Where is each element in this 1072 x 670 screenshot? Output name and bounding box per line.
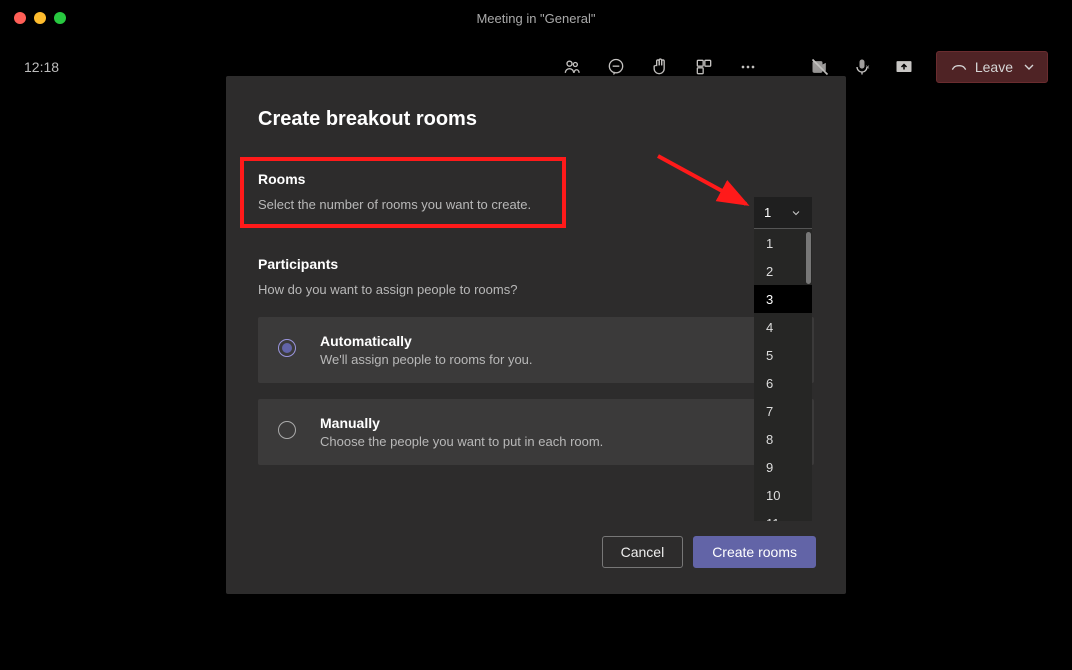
- option-automatically[interactable]: Automatically We'll assign people to roo…: [258, 317, 814, 383]
- chevron-down-icon: [1021, 59, 1037, 75]
- create-breakout-rooms-dialog: Create breakout rooms Rooms Select the n…: [226, 76, 846, 594]
- room-count-option[interactable]: 5: [754, 341, 812, 369]
- titlebar: Meeting in "General": [0, 0, 1072, 36]
- option-auto-subtitle: We'll assign people to rooms for you.: [320, 352, 533, 367]
- participants-subtitle: How do you want to assign people to room…: [258, 282, 818, 297]
- camera-off-icon[interactable]: [810, 57, 830, 77]
- dialog-title: Create breakout rooms: [258, 108, 818, 131]
- meeting-timer: 12:18: [24, 59, 59, 75]
- room-count-option[interactable]: 1: [754, 229, 812, 257]
- share-screen-icon[interactable]: [894, 57, 914, 77]
- svg-text:×: ×: [865, 63, 869, 72]
- room-count-dropdown: 1234567891011: [754, 229, 812, 521]
- mic-off-icon[interactable]: ×: [852, 57, 872, 77]
- option-auto-title: Automatically: [320, 333, 533, 349]
- dropdown-scrollbar[interactable]: [806, 232, 811, 284]
- minimize-window-button[interactable]: [34, 12, 46, 24]
- room-count-option[interactable]: 8: [754, 425, 812, 453]
- room-count-option[interactable]: 7: [754, 397, 812, 425]
- option-manually[interactable]: Manually Choose the people you want to p…: [258, 399, 814, 465]
- window-title: Meeting in "General": [0, 11, 1072, 26]
- radio-manually[interactable]: [278, 421, 296, 439]
- rooms-heading: Rooms: [258, 171, 548, 187]
- rooms-section-highlight: Rooms Select the number of rooms you wan…: [240, 157, 566, 228]
- room-count-option[interactable]: 6: [754, 369, 812, 397]
- radio-automatically[interactable]: [278, 339, 296, 357]
- breakout-rooms-icon[interactable]: [694, 57, 714, 77]
- close-window-button[interactable]: [14, 12, 26, 24]
- option-manual-title: Manually: [320, 415, 603, 431]
- window-controls: [0, 12, 66, 24]
- dialog-footer: Cancel Create rooms: [602, 536, 816, 568]
- room-count-option[interactable]: 3: [754, 285, 812, 313]
- room-count-value: 1: [764, 205, 771, 220]
- chevron-down-icon: [790, 207, 802, 219]
- raise-hand-icon[interactable]: [650, 57, 670, 77]
- participants-heading: Participants: [258, 256, 818, 272]
- room-count-option[interactable]: 9: [754, 453, 812, 481]
- room-count-option[interactable]: 11: [754, 509, 812, 521]
- more-actions-icon[interactable]: [738, 57, 758, 77]
- participants-icon[interactable]: [562, 57, 582, 77]
- leave-button[interactable]: Leave: [936, 51, 1048, 83]
- participants-section: Participants How do you want to assign p…: [258, 256, 818, 297]
- chat-icon[interactable]: [606, 57, 626, 77]
- room-count-option[interactable]: 4: [754, 313, 812, 341]
- option-manual-subtitle: Choose the people you want to put in eac…: [320, 434, 603, 449]
- leave-button-label: Leave: [975, 59, 1013, 75]
- room-count-option[interactable]: 10: [754, 481, 812, 509]
- create-rooms-button[interactable]: Create rooms: [693, 536, 816, 568]
- cancel-button[interactable]: Cancel: [602, 536, 684, 568]
- room-count-option[interactable]: 2: [754, 257, 812, 285]
- rooms-subtitle: Select the number of rooms you want to c…: [258, 197, 548, 212]
- room-count-select[interactable]: 1: [754, 197, 812, 229]
- maximize-window-button[interactable]: [54, 12, 66, 24]
